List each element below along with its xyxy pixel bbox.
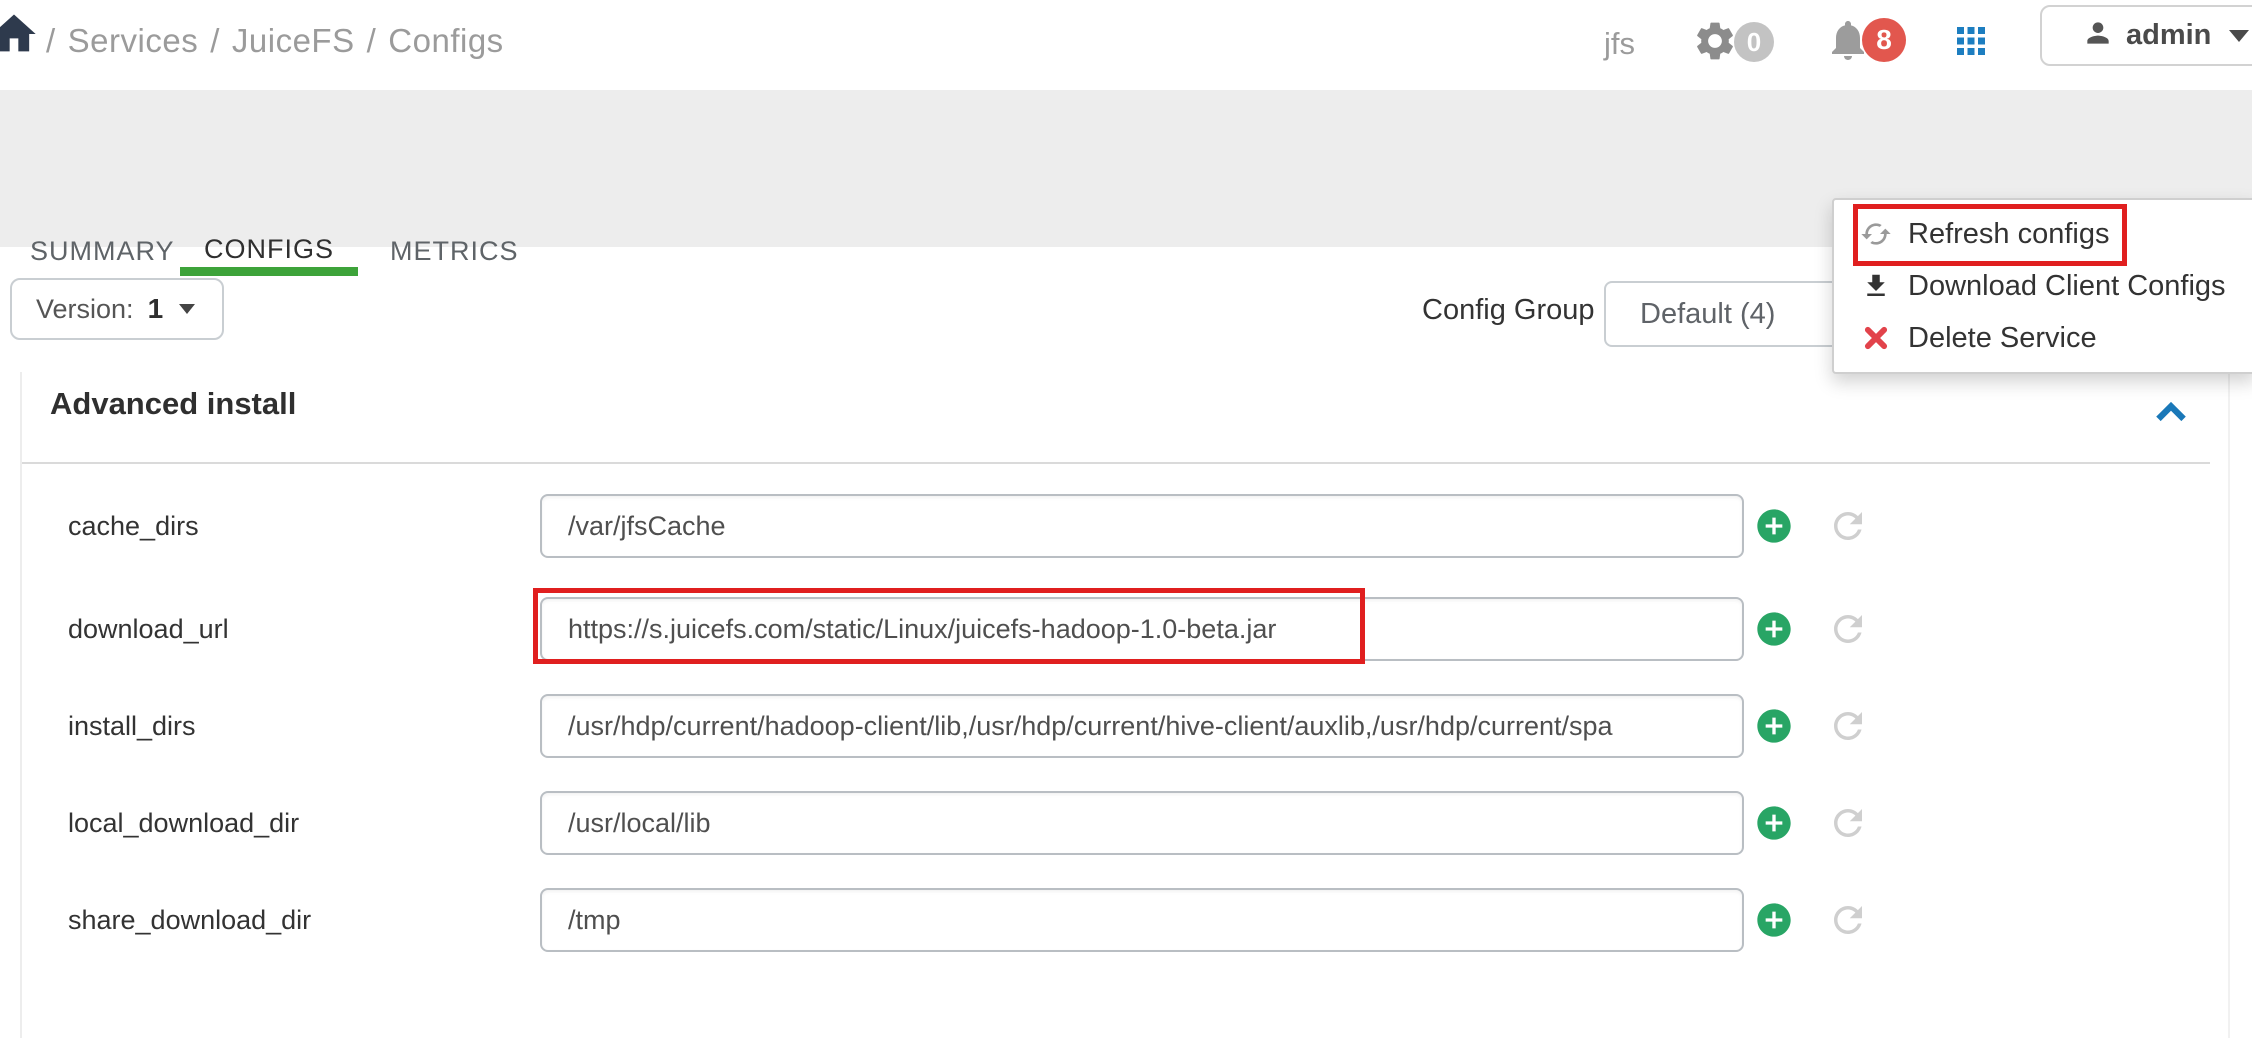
menu-item-download-client-configs[interactable]: Download Client Configs xyxy=(1834,260,2252,312)
config-input-install-dirs[interactable] xyxy=(540,694,1744,758)
section-panel-left-border xyxy=(20,372,22,1038)
add-override-icon[interactable] xyxy=(1754,609,1794,654)
config-label-download-url: download_url xyxy=(68,597,229,661)
undo-value-icon[interactable] xyxy=(1827,608,1869,655)
tab-summary[interactable]: SUMMARY xyxy=(30,236,175,267)
chevron-down-icon xyxy=(179,304,195,314)
config-label-local-download-dir: local_download_dir xyxy=(68,791,299,855)
breadcrumb-configs: Configs xyxy=(388,22,503,59)
add-override-icon[interactable] xyxy=(1754,706,1794,751)
service-configs-page: /Services/JuiceFS/Configs jfs 0 8 admin … xyxy=(0,0,2252,1038)
section-divider xyxy=(22,462,2210,464)
undo-value-icon[interactable] xyxy=(1827,705,1869,752)
annotation-box-refresh-configs xyxy=(1853,204,2127,266)
user-icon xyxy=(2082,17,2114,54)
version-label: Version: xyxy=(36,294,134,325)
breadcrumb-separator: / xyxy=(367,22,377,59)
config-input-local-download-dir[interactable] xyxy=(540,791,1744,855)
top-header: / Services / JuiceFS / Configs jfs 0 8 admin xyxy=(0,0,2252,90)
config-group-select[interactable]: Default (4) xyxy=(1604,281,1864,347)
home-icon[interactable] xyxy=(0,8,40,65)
breadcrumb-separator: / xyxy=(210,22,220,59)
alerts-count-badge[interactable]: 8 xyxy=(1862,18,1906,62)
tab-metrics[interactable]: METRICS xyxy=(390,236,519,267)
download-icon xyxy=(1858,271,1894,301)
config-label-share-download-dir: share_download_dir xyxy=(68,888,311,952)
breadcrumb-services[interactable]: Services xyxy=(68,22,199,59)
user-name-label: admin xyxy=(2126,19,2211,52)
config-input-share-download-dir[interactable] xyxy=(540,888,1744,952)
chevron-up-icon[interactable] xyxy=(2155,400,2187,429)
version-dropdown[interactable]: Version: 1 xyxy=(10,278,224,340)
section-panel-right-border xyxy=(2228,372,2230,1038)
background-ops-icon[interactable] xyxy=(1692,18,1738,69)
breadcrumb-separator: / xyxy=(46,22,56,59)
menu-item-label: Delete Service xyxy=(1908,322,2097,355)
config-input-cache-dirs[interactable] xyxy=(540,494,1744,558)
config-label-install-dirs: install_dirs xyxy=(68,694,196,758)
cluster-name[interactable]: jfs xyxy=(1604,26,1635,62)
ops-count-badge[interactable]: 0 xyxy=(1734,22,1774,62)
section-title[interactable]: Advanced install xyxy=(50,386,296,422)
breadcrumb-juicefs[interactable]: JuiceFS xyxy=(232,22,355,59)
undo-value-icon[interactable] xyxy=(1827,802,1869,849)
delete-x-icon xyxy=(1858,324,1894,352)
chevron-down-icon xyxy=(2229,30,2249,42)
add-override-icon[interactable] xyxy=(1754,506,1794,551)
config-group-label: Config Group xyxy=(1422,294,1595,327)
version-value: 1 xyxy=(148,293,164,325)
undo-value-icon[interactable] xyxy=(1827,899,1869,946)
user-menu-button[interactable]: admin xyxy=(2040,5,2252,66)
breadcrumb: / Services / JuiceFS / Configs xyxy=(46,22,516,60)
tab-configs[interactable]: CONFIGS xyxy=(180,224,358,276)
menu-item-label: Download Client Configs xyxy=(1908,270,2226,303)
config-label-cache-dirs: cache_dirs xyxy=(68,494,199,558)
add-override-icon[interactable] xyxy=(1754,900,1794,945)
add-override-icon[interactable] xyxy=(1754,803,1794,848)
undo-value-icon[interactable] xyxy=(1827,505,1869,552)
menu-item-delete-service[interactable]: Delete Service xyxy=(1834,312,2252,364)
apps-grid-icon[interactable] xyxy=(1950,20,1992,67)
annotation-box-download-url xyxy=(533,588,1365,664)
